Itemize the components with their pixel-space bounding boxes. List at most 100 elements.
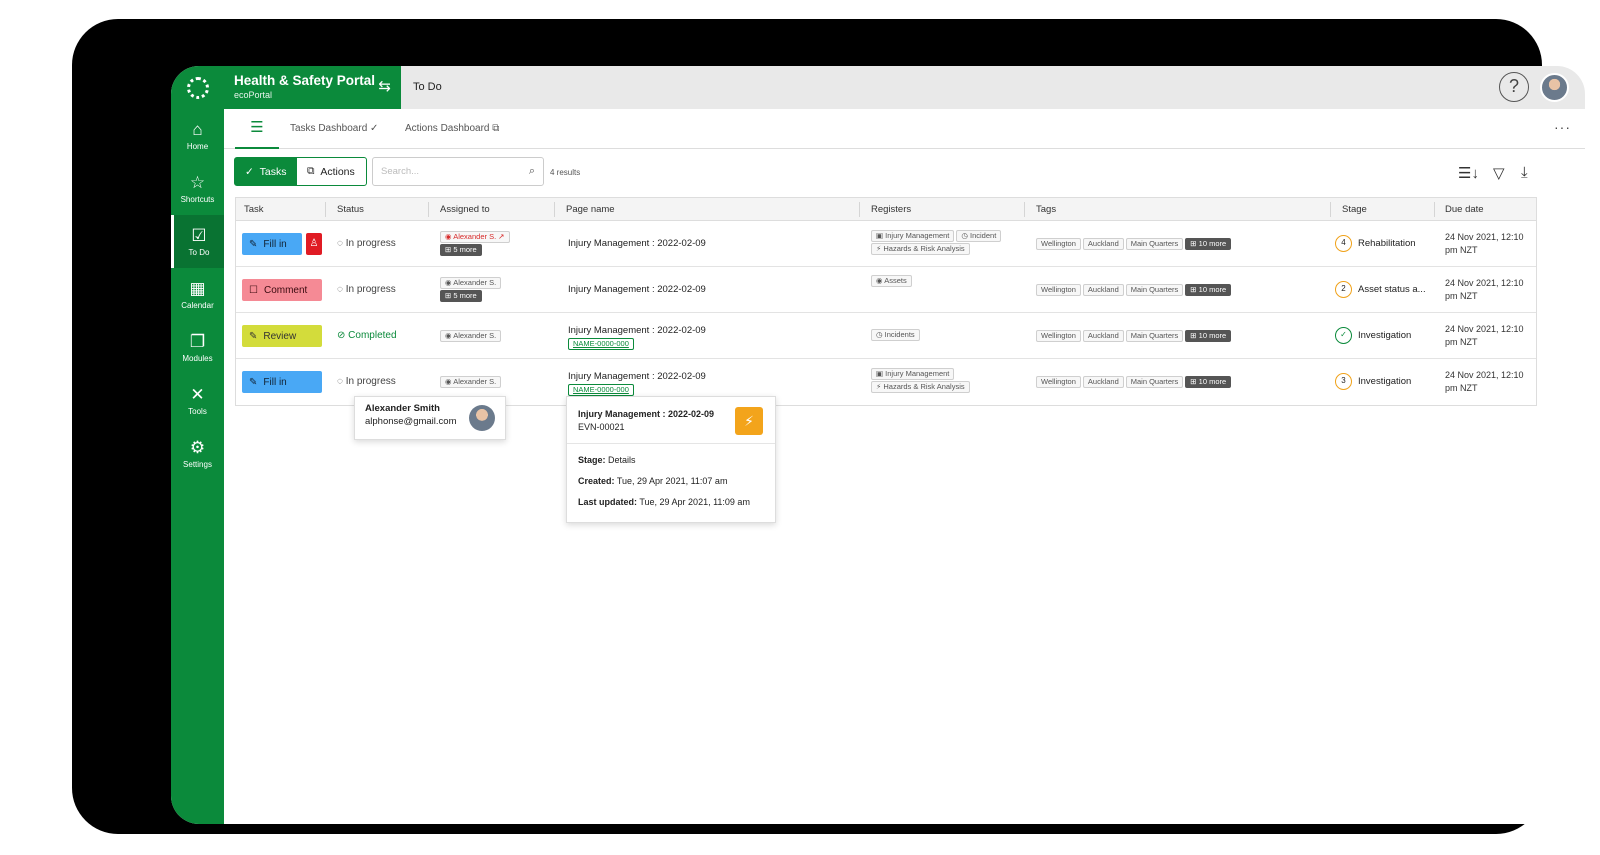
more-tags-chip[interactable]: ⊞ 10 more [1185,238,1232,250]
sidebar-item-shortcuts[interactable]: ☆ Shortcuts [171,162,224,215]
search-input[interactable] [381,166,511,177]
assignee-chip[interactable]: ◉ Alexander S. [440,330,502,342]
comment-button[interactable]: ☐ Comment [242,279,322,301]
fill-in-button[interactable]: ✎ Fill in [242,233,302,255]
table-row[interactable]: ☐ Comment ◌ In progress ◉ Alexander S. ⊞ … [236,267,1536,313]
assignee-chip[interactable]: ◉ Alexander S. ↗ [440,231,510,243]
register-chip[interactable]: ⚡ Hazards & Risk Analysis [871,243,970,255]
avatar [469,405,495,431]
review-button[interactable]: ✎ Review [242,325,322,347]
register-chip[interactable]: ▣ Injury Management [871,230,955,242]
registers-cell: ◷ Incidents [871,329,922,341]
pencil-icon: ✎ [249,376,258,388]
col-status[interactable]: Status [337,204,364,215]
tag-chip[interactable]: Auckland [1082,238,1124,250]
download-icon[interactable]: ⤓ [1521,164,1528,181]
more-tags-chip[interactable]: ⊞ 10 more [1185,284,1232,296]
more-assignees-chip[interactable]: ⊞ 5 more [440,290,482,302]
assignee-chip[interactable]: ◉ Alexander S. [440,376,502,388]
popover-stage: Stage: Details [567,455,775,465]
tag-chip[interactable]: Main Quarters [1125,238,1184,250]
sidebar-item-calendar[interactable]: ▦ Calendar [171,268,224,321]
tag-chip[interactable]: Main Quarters [1125,330,1184,342]
logo[interactable] [171,66,224,109]
due-time-line: pm NZT [1445,383,1478,393]
popover-header: Injury Management : 2022-02-09 EVN-00021… [567,397,775,444]
page-name-link[interactable]: Injury Management : 2022-02-09 [568,238,706,249]
actions-toggle-button[interactable]: ⧉ Actions [296,157,367,186]
table-row[interactable]: ✎ Fill in ♙ ◌ In progress ◉ Alexander S. … [236,221,1536,267]
register-label: Assets [884,276,907,285]
sidebar-item-todo[interactable]: ☑ To Do [171,215,224,268]
more-menu-button[interactable]: ··· [1554,119,1571,135]
sidebar-item-tools[interactable]: ✕ Tools [171,374,224,427]
register-chip[interactable]: ▣ Injury Management [871,368,955,380]
assignee-chip[interactable]: ◉ Alexander S. [440,277,502,289]
popover-created: Created: Tue, 29 Apr 2021, 11:07 am [567,476,775,486]
task-label: Comment [263,284,308,296]
tag-chip[interactable]: Auckland [1082,330,1124,342]
record-code-link[interactable]: NAME-0000-000 [568,384,634,396]
sidebar-item-settings[interactable]: ⚙ Settings [171,427,224,480]
col-due[interactable]: Due date [1445,204,1484,215]
register-chip[interactable]: ◉ Assets [871,275,912,287]
more-tags-chip[interactable]: ⊞ 10 more [1185,376,1232,388]
page-name-link[interactable]: Injury Management : 2022-02-09 [568,284,706,295]
copy-icon: ⧉ [492,123,500,134]
tag-chip[interactable]: Wellington [1036,330,1081,342]
col-tags[interactable]: Tags [1036,204,1056,215]
table-row[interactable]: ✎ Review ⊘ Completed ◉ Alexander S. Injur… [236,313,1536,359]
due-date-line: 24 Nov 2021, 12:10 [1445,232,1524,242]
avatar[interactable] [1540,73,1569,102]
tag-chip[interactable]: Auckland [1082,376,1124,388]
help-button[interactable]: ? [1499,72,1529,102]
tag-chip[interactable]: Wellington [1036,376,1081,388]
col-task[interactable]: Task [244,204,264,215]
tag-chip[interactable]: Main Quarters [1125,376,1184,388]
register-chip[interactable]: ⚡ Hazards & Risk Analysis [871,381,970,393]
sort-icon[interactable]: ☰↓ [1458,164,1479,182]
page-name-link[interactable]: Injury Management : 2022-02-09 [568,325,706,336]
registers-cell: ◉ Assets [871,275,914,287]
tag-chip[interactable]: Wellington [1036,284,1081,296]
col-assigned[interactable]: Assigned to [440,204,490,215]
page-popover: Injury Management : 2022-02-09 EVN-00021… [566,396,776,523]
record-code-link[interactable]: NAME-0000-000 [568,338,634,350]
tag-chip[interactable]: Main Quarters [1125,284,1184,296]
col-registers[interactable]: Registers [871,204,911,215]
app-title: Health & Safety Portal [234,73,376,88]
register-chip[interactable]: ◷ Incidents [871,329,920,341]
more-assignees-chip[interactable]: ⊞ 5 more [440,244,482,256]
more-tags-chip[interactable]: ⊞ 10 more [1185,330,1232,342]
register-chip[interactable]: ◷ Incident [956,230,1002,242]
stage-label: Rehabilitation [1358,238,1416,250]
fill-in-button[interactable]: ✎ Fill in [242,371,322,393]
due-time-line: pm NZT [1445,291,1478,301]
filter-icon[interactable]: ▽ [1493,164,1505,182]
sidebar-item-label: Modules [182,353,213,363]
sidebar-item-label: Tools [188,406,207,416]
sidebar-item-label: Home [186,141,209,151]
tab-tasks-dashboard[interactable]: Tasks Dashboard ✓ [290,123,378,134]
portal-switcher[interactable]: Health & Safety Portal ecoPortal ⇆ [224,66,401,109]
alert-flag-icon[interactable]: ♙ [306,233,322,255]
assignee-name: Alexander S. [453,377,497,386]
tag-chip[interactable]: Auckland [1082,284,1124,296]
sidebar-item-modules[interactable]: ❐ Modules [171,321,224,374]
stage-cell: 4 Rehabilitation [1335,235,1416,252]
field-label: Created: [578,476,615,486]
edit-icon: ✎ [249,330,258,342]
more-label: 5 more [453,291,477,300]
col-page[interactable]: Page name [566,204,615,215]
page-name-link[interactable]: Injury Management : 2022-02-09 [568,371,706,382]
sidebar-item-home[interactable]: ⌂ Home [171,109,224,162]
tag-chip[interactable]: Wellington [1036,238,1081,250]
tab-list-view[interactable]: ☰ [235,109,279,149]
avatar-icon: ◉ [445,232,454,241]
search-icon[interactable]: ⌕ [529,165,535,178]
plus-icon: ⊞ [1190,239,1199,248]
tab-actions-dashboard[interactable]: Actions Dashboard ⧉ [405,123,499,134]
tasks-toggle-button[interactable]: ✓ Tasks [234,157,297,186]
col-stage[interactable]: Stage [1342,204,1367,215]
field-value: Tue, 29 Apr 2021, 11:07 am [616,476,728,486]
